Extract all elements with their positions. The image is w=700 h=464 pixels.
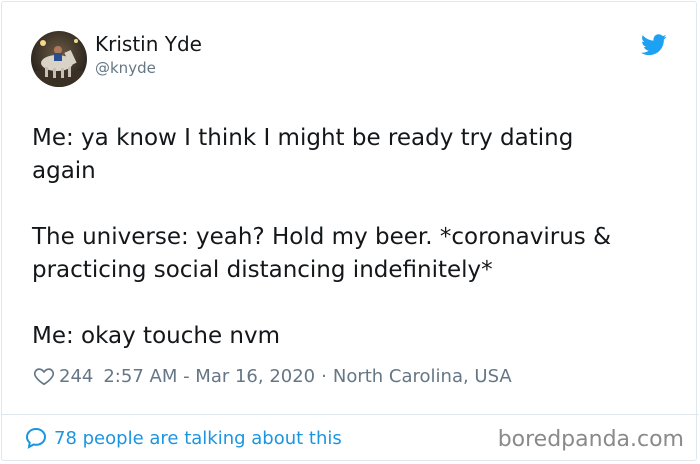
tweet-line: practicing social distancing indefinitel… [32, 257, 493, 283]
tweet-line: Me: okay touche nvm [32, 323, 281, 349]
tweet-line: Me: ya know I think I might be ready try… [32, 125, 574, 151]
tweet-line: The universe: yeah? Hold my beer. *coron… [32, 224, 612, 250]
heart-icon[interactable] [33, 365, 55, 387]
talking-about-link[interactable]: 78 people are talking about this [24, 426, 342, 450]
meta-separator: · [321, 365, 327, 387]
tweet-line: again [32, 158, 96, 184]
speech-bubble-icon [25, 427, 47, 449]
tweet-location[interactable]: North Carolina, USA [333, 366, 512, 387]
tweet-meta: 244 2:57 AM - Mar 16, 2020 · North Carol… [33, 364, 512, 388]
tweet-text: Me: ya know I think I might be ready try… [32, 122, 672, 353]
talking-about-label[interactable]: 78 people are talking about this [54, 428, 342, 449]
avatar[interactable] [31, 31, 87, 87]
watermark: boredpanda.com [497, 427, 684, 452]
author-name[interactable]: Kristin Yde [95, 32, 202, 56]
author-handle[interactable]: @knyde [95, 59, 156, 77]
footer-divider [1, 414, 699, 415]
avatar-image [31, 31, 87, 87]
like-count[interactable]: 244 [59, 366, 93, 387]
twitter-bird-icon[interactable] [641, 34, 667, 56]
tweet-timestamp[interactable]: 2:57 AM - Mar 16, 2020 [103, 366, 315, 387]
